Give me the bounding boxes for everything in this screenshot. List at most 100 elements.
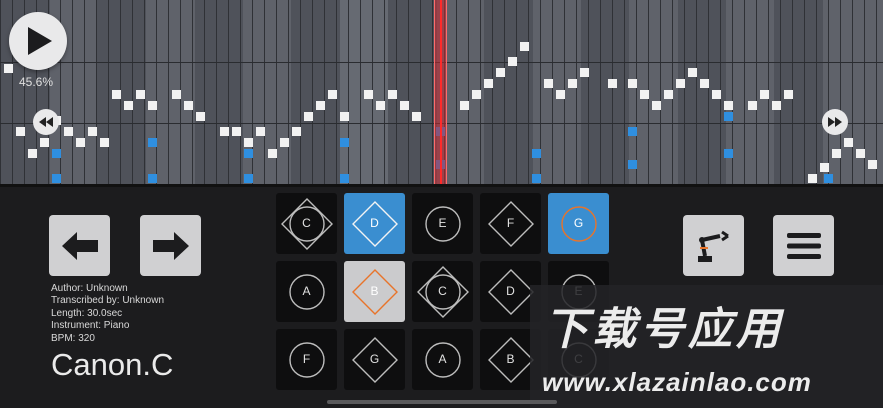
note-block bbox=[88, 127, 97, 136]
key-g-5[interactable]: G bbox=[548, 193, 609, 254]
beat-line bbox=[588, 0, 589, 184]
beat-line bbox=[228, 0, 229, 184]
note-block bbox=[328, 90, 337, 99]
key-f-4[interactable]: F bbox=[480, 193, 541, 254]
note-block bbox=[280, 138, 289, 147]
beat-line bbox=[132, 0, 133, 184]
beat-line bbox=[504, 0, 505, 184]
key-label: C bbox=[438, 284, 447, 298]
note-block bbox=[400, 101, 409, 110]
note-block bbox=[376, 101, 385, 110]
rewind-button[interactable] bbox=[33, 109, 59, 135]
note-block bbox=[460, 101, 469, 110]
length-text: Length: 30.0sec bbox=[51, 307, 123, 319]
note-block-active bbox=[244, 149, 253, 158]
watermark: 下载号应用 www.xlazainlao.com bbox=[530, 285, 883, 408]
beat-line bbox=[660, 0, 661, 184]
note-block bbox=[76, 138, 85, 147]
key-a-13[interactable]: A bbox=[412, 329, 473, 390]
note-block bbox=[148, 101, 157, 110]
note-block bbox=[844, 138, 853, 147]
beat-line bbox=[456, 0, 457, 184]
note-block bbox=[40, 138, 49, 147]
beat-line bbox=[408, 0, 409, 184]
piano-roll[interactable] bbox=[0, 0, 883, 184]
beat-line bbox=[300, 0, 301, 184]
key-d-2[interactable]: D bbox=[344, 193, 405, 254]
note-block-active bbox=[724, 149, 733, 158]
note-block bbox=[196, 112, 205, 121]
note-block bbox=[388, 90, 397, 99]
note-block bbox=[748, 101, 757, 110]
key-b-7[interactable]: B bbox=[344, 261, 405, 322]
note-block bbox=[868, 160, 877, 169]
note-block-active bbox=[244, 174, 253, 183]
beat-line bbox=[96, 0, 97, 184]
beat-line bbox=[420, 0, 421, 184]
note-block bbox=[544, 79, 553, 88]
play-icon bbox=[28, 27, 52, 55]
measure-band bbox=[195, 0, 243, 184]
beat-line bbox=[0, 0, 1, 184]
note-block bbox=[640, 90, 649, 99]
play-button[interactable] bbox=[9, 12, 67, 70]
watermark-logo: 下载号应用 bbox=[544, 305, 784, 354]
auto-play-robot-button[interactable] bbox=[683, 215, 744, 276]
watermark-url: www.xlazainlao.com bbox=[542, 367, 812, 397]
note-block-active bbox=[532, 174, 541, 183]
note-block-active bbox=[340, 174, 349, 183]
beat-line bbox=[204, 0, 205, 184]
key-label: G bbox=[573, 216, 584, 230]
beat-line bbox=[804, 0, 805, 184]
beat-line bbox=[432, 0, 433, 184]
note-block-active bbox=[148, 138, 157, 147]
beat-line bbox=[84, 0, 85, 184]
key-c-1[interactable]: C bbox=[276, 193, 337, 254]
home-indicator[interactable] bbox=[327, 400, 557, 404]
note-block bbox=[652, 101, 661, 110]
note-block bbox=[772, 101, 781, 110]
beat-line bbox=[348, 0, 349, 184]
menu-button[interactable] bbox=[773, 215, 834, 276]
note-block bbox=[608, 79, 617, 88]
beat-line bbox=[216, 0, 217, 184]
previous-button[interactable] bbox=[49, 215, 110, 276]
note-block bbox=[688, 68, 697, 77]
note-block bbox=[340, 112, 349, 121]
beat-line bbox=[696, 0, 697, 184]
note-block bbox=[628, 79, 637, 88]
beat-line bbox=[684, 0, 685, 184]
note-block bbox=[292, 127, 301, 136]
note-block bbox=[64, 127, 73, 136]
beat-line bbox=[72, 0, 73, 184]
beat-line bbox=[612, 0, 613, 184]
key-label: F bbox=[302, 352, 311, 366]
key-c-8[interactable]: C bbox=[412, 261, 473, 322]
note-block bbox=[508, 57, 517, 66]
note-block bbox=[184, 101, 193, 110]
note-block bbox=[856, 149, 865, 158]
instrument-text: Instrument: Piano bbox=[51, 320, 130, 332]
note-block bbox=[316, 101, 325, 110]
robot-arm-icon bbox=[697, 230, 729, 262]
bpm-text: BPM: 320 bbox=[51, 332, 95, 344]
beat-line bbox=[528, 0, 529, 184]
beat-line bbox=[240, 0, 241, 184]
beat-line bbox=[576, 0, 577, 184]
note-block bbox=[256, 127, 265, 136]
key-f-11[interactable]: F bbox=[276, 329, 337, 390]
key-label: A bbox=[302, 284, 311, 298]
key-label: C bbox=[302, 216, 311, 230]
key-a-6[interactable]: A bbox=[276, 261, 337, 322]
note-block bbox=[220, 127, 229, 136]
next-button[interactable] bbox=[140, 215, 201, 276]
fast-forward-button[interactable] bbox=[822, 109, 848, 135]
note-block-active bbox=[824, 174, 833, 183]
note-block bbox=[832, 149, 841, 158]
note-block bbox=[520, 42, 529, 51]
note-block bbox=[664, 90, 673, 99]
beat-line bbox=[816, 0, 817, 184]
key-g-12[interactable]: G bbox=[344, 329, 405, 390]
key-e-3[interactable]: E bbox=[412, 193, 473, 254]
beat-line bbox=[756, 0, 757, 184]
